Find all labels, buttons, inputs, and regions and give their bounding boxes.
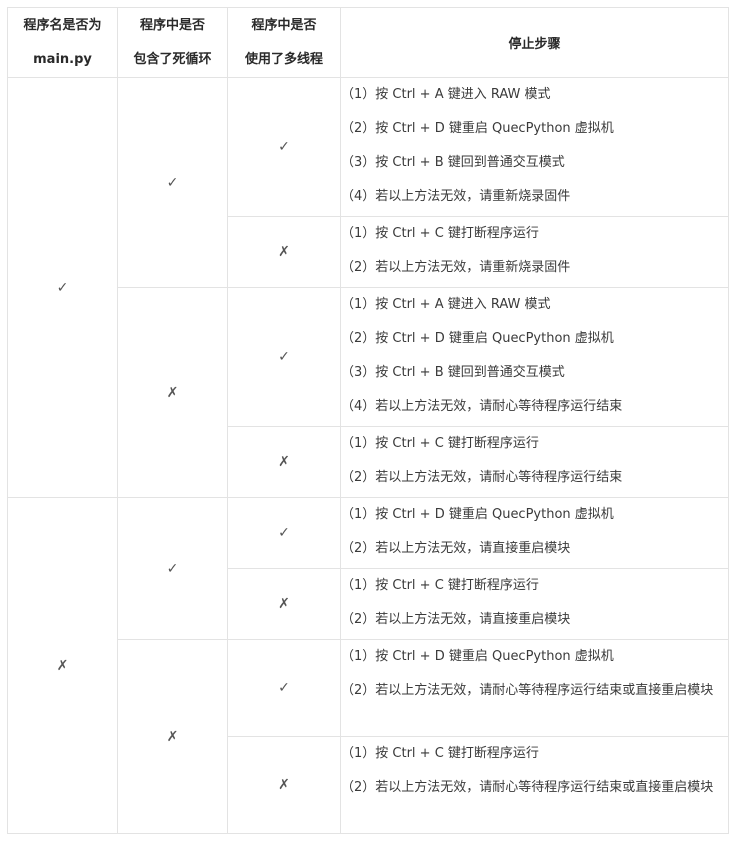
step-item: （1）按 Ctrl + C 键打断程序运行 [341, 226, 539, 241]
step-item: （1）按 Ctrl + D 键重启 QuecPython 虚拟机 [341, 507, 614, 522]
multithread-mark: ✗ [227, 568, 341, 640]
step-item: （3）按 Ctrl + B 键回到普通交互模式 [341, 155, 565, 170]
table-row: ✓ ✓ ✓ （1）按 Ctrl + A 键进入 RAW 模式 （2）按 Ctrl… [7, 77, 729, 498]
stop-steps-cell: （1）按 Ctrl + A 键进入 RAW 模式 （2）按 Ctrl + D 键… [340, 287, 729, 427]
step-item: （2）若以上方法无效，请直接重启模块 [341, 541, 571, 556]
step-item: （1）按 Ctrl + C 键打断程序运行 [341, 578, 539, 593]
step-item: （2）按 Ctrl + D 键重启 QuecPython 虚拟机 [341, 331, 614, 346]
step-item: （3）按 Ctrl + B 键回到普通交互模式 [341, 365, 565, 380]
stop-steps-cell: （1）按 Ctrl + D 键重启 QuecPython 虚拟机 （2）若以上方… [340, 639, 729, 737]
main-py-mark: ✗ [7, 497, 118, 834]
multithread-mark: ✓ [227, 639, 341, 737]
infinite-loop-mark: ✓ [117, 497, 228, 640]
step-item: （2）若以上方法无效，请重新烧录固件 [341, 260, 571, 275]
multithread-mark: ✓ [227, 287, 341, 427]
step-item: （1）按 Ctrl + C 键打断程序运行 [341, 436, 539, 451]
header-infinite-loop: 程序中是否 包含了死循环 [117, 7, 228, 78]
step-item: （2）若以上方法无效，请耐心等待程序运行结束或直接重启模块 [341, 683, 714, 698]
header-main-py: 程序名是否为 main.py [7, 7, 118, 78]
step-item: （1）按 Ctrl + C 键打断程序运行 [341, 746, 539, 761]
header-multithread: 程序中是否 使用了多线程 [227, 7, 341, 78]
step-item: （2）若以上方法无效，请耐心等待程序运行结束或直接重启模块 [341, 780, 714, 795]
stop-steps-cell: （1）按 Ctrl + C 键打断程序运行 （2）若以上方法无效，请直接重启模块 [340, 568, 729, 640]
stop-steps-cell: （1）按 Ctrl + A 键进入 RAW 模式 （2）按 Ctrl + D 键… [340, 77, 729, 217]
multithread-mark: ✗ [227, 216, 341, 288]
multithread-mark: ✓ [227, 497, 341, 569]
step-item: （2）若以上方法无效，请直接重启模块 [341, 612, 571, 627]
stop-steps-cell: （1）按 Ctrl + C 键打断程序运行 （2）若以上方法无效，请耐心等待程序… [340, 736, 729, 834]
multithread-mark: ✗ [227, 736, 341, 834]
infinite-loop-mark: ✗ [117, 639, 228, 834]
step-item: （2）若以上方法无效，请耐心等待程序运行结束 [341, 470, 623, 485]
header-row: 程序名是否为 main.py 程序中是否 包含了死循环 程序中是否 使用了多线程… [7, 7, 729, 78]
multithread-mark: ✓ [227, 77, 341, 217]
step-item: （2）按 Ctrl + D 键重启 QuecPython 虚拟机 [341, 121, 614, 136]
infinite-loop-mark: ✗ [117, 287, 228, 498]
infinite-loop-mark: ✓ [117, 77, 228, 288]
step-item: （4）若以上方法无效，请耐心等待程序运行结束 [341, 399, 623, 414]
step-item: （1）按 Ctrl + A 键进入 RAW 模式 [341, 87, 551, 102]
step-item: （4）若以上方法无效，请重新烧录固件 [341, 189, 571, 204]
step-item: （1）按 Ctrl + A 键进入 RAW 模式 [341, 297, 551, 312]
step-item: （1）按 Ctrl + D 键重启 QuecPython 虚拟机 [341, 649, 614, 664]
header-stop-steps: 停止步骤 [340, 7, 729, 78]
stop-steps-cell: （1）按 Ctrl + C 键打断程序运行 （2）若以上方法无效，请重新烧录固件 [340, 216, 729, 288]
table-row: ✗ ✓ ✓ （1）按 Ctrl + D 键重启 QuecPython 虚拟机 （… [7, 497, 729, 834]
multithread-mark: ✗ [227, 426, 341, 498]
stop-steps-table: 程序名是否为 main.py 程序中是否 包含了死循环 程序中是否 使用了多线程… [7, 7, 729, 834]
stop-steps-cell: （1）按 Ctrl + D 键重启 QuecPython 虚拟机 （2）若以上方… [340, 497, 729, 569]
stop-steps-cell: （1）按 Ctrl + C 键打断程序运行 （2）若以上方法无效，请耐心等待程序… [340, 426, 729, 498]
main-py-mark: ✓ [7, 77, 118, 498]
